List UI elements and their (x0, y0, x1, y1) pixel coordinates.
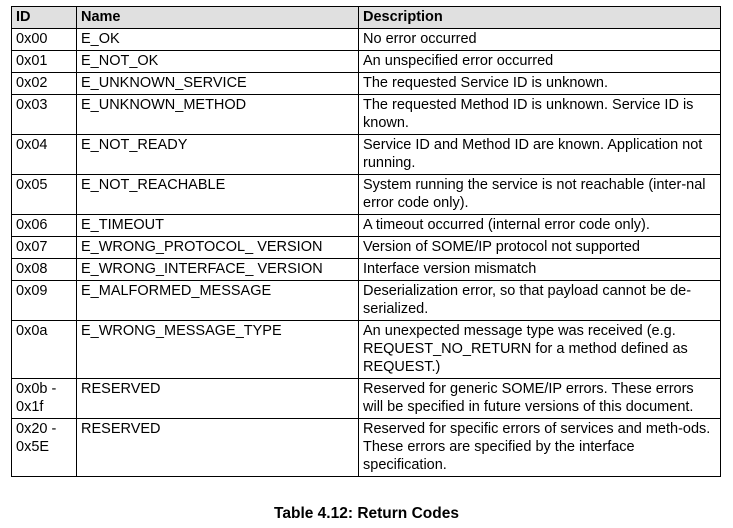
table-row: 0x02 E_UNKNOWN_SERVICE The requested Servi… (11, 72, 721, 95)
cell-name: E_WRONG_MESSAGE_TYPE (76, 320, 359, 379)
return-codes-table: ID Name Description 0x00 E_OK No error occ… (11, 6, 721, 477)
cell-id: 0x00 (11, 28, 77, 51)
header-name: Name (76, 6, 359, 29)
cell-description: The requested Service ID is unknown. (358, 72, 721, 95)
cell-name: RESERVED (76, 378, 359, 419)
table-caption: Table 4.12: Return Codes (274, 505, 459, 522)
cell-name: E_UNKNOWN_METHOD (76, 94, 359, 135)
cell-description: Service ID and Method ID are known. Appl… (358, 134, 721, 175)
table-row: 0x20 - 0x5E RESERVED Reserved for specific… (11, 418, 721, 477)
cell-name: E_WRONG_INTERFACE_ VERSION (76, 258, 359, 281)
cell-name: E_MALFORMED_MESSAGE (76, 280, 359, 321)
cell-name: E_NOT_REACHABLE (76, 174, 359, 215)
cell-id: 0x05 (11, 174, 77, 215)
cell-description: A timeout occurred (internal error code … (358, 214, 721, 237)
table-row: 0x04 E_NOT_READY Service ID and Method ID … (11, 134, 721, 175)
cell-id: 0x0a (11, 320, 77, 379)
header-id: ID (11, 6, 77, 29)
cell-name: E_TIMEOUT (76, 214, 359, 237)
cell-name: E_WRONG_PROTOCOL_ VERSION (76, 236, 359, 259)
cell-description: An unspecified error occurred (358, 50, 721, 73)
cell-description: Version of SOME/IP protocol not supporte… (358, 236, 721, 259)
cell-id: 0x02 (11, 72, 77, 95)
cell-description: No error occurred (358, 28, 721, 51)
cell-description: An unexpected message type was received … (358, 320, 721, 379)
cell-description: Reserved for specific errors of services… (358, 418, 721, 477)
table-row: 0x05 E_NOT_REACHABLE System running the se… (11, 174, 721, 215)
table-row: 0x09 E_MALFORMED_MESSAGE Deserialization e… (11, 280, 721, 321)
cell-id: 0x0b - 0x1f (11, 378, 77, 419)
cell-id: 0x01 (11, 50, 77, 73)
cell-id: 0x03 (11, 94, 77, 135)
cell-name: E_NOT_READY (76, 134, 359, 175)
cell-id: 0x04 (11, 134, 77, 175)
table-row: 0x06 E_TIMEOUT A timeout occurred (interna… (11, 214, 721, 237)
cell-description: Deserialization error, so that payload c… (358, 280, 721, 321)
cell-name: E_NOT_OK (76, 50, 359, 73)
cell-id: 0x20 - 0x5E (11, 418, 77, 477)
table-row: 0x00 E_OK No error occurred (11, 28, 721, 51)
table-row: 0x07 E_WRONG_PROTOCOL_ VERSION Version of … (11, 236, 721, 259)
cell-id: 0x07 (11, 236, 77, 259)
cell-name: RESERVED (76, 418, 359, 477)
cell-id: 0x06 (11, 214, 77, 237)
header-description: Description (358, 6, 721, 29)
cell-description: Reserved for generic SOME/IP errors. The… (358, 378, 721, 419)
cell-name: E_UNKNOWN_SERVICE (76, 72, 359, 95)
table-row: 0x01 E_NOT_OK An unspecified error occurre… (11, 50, 721, 73)
cell-description: The requested Method ID is unknown. Serv… (358, 94, 721, 135)
table-row: 0x0b - 0x1f RESERVED Reserved for generic … (11, 378, 721, 419)
cell-id: 0x09 (11, 280, 77, 321)
header-row: ID Name Description (11, 6, 721, 29)
cell-description: Interface version mismatch (358, 258, 721, 281)
table-row: 0x03 E_UNKNOWN_METHOD The requested Method… (11, 94, 721, 135)
table-row: 0x0a E_WRONG_MESSAGE_TYPE An unexpected me… (11, 320, 721, 379)
cell-name: E_OK (76, 28, 359, 51)
document-page: ID Name Description 0x00 E_OK No error occ… (0, 0, 733, 528)
cell-id: 0x08 (11, 258, 77, 281)
cell-description: System running the service is not reacha… (358, 174, 721, 215)
table-row: 0x08 E_WRONG_INTERFACE_ VERSION Interface … (11, 258, 721, 281)
